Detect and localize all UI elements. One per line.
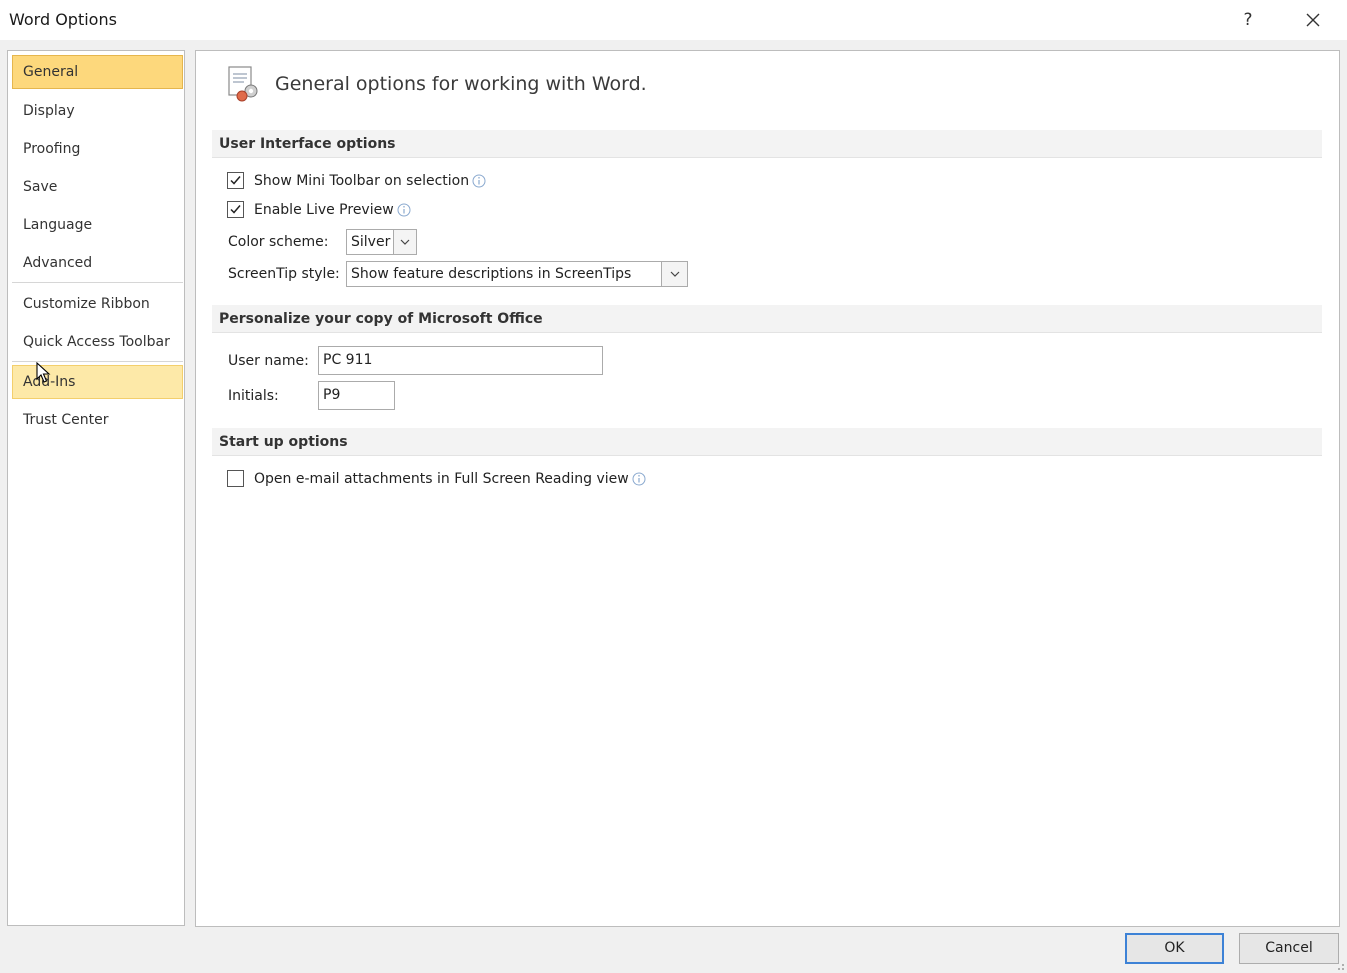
live-preview-label: Enable Live Preview bbox=[254, 201, 394, 218]
close-button[interactable] bbox=[1298, 5, 1328, 35]
nav-item-general[interactable]: General bbox=[12, 55, 183, 89]
mini-toolbar-checkbox[interactable] bbox=[227, 172, 244, 189]
mini-toolbar-option[interactable]: Show Mini Toolbar on selection bbox=[227, 172, 486, 189]
color-scheme-select[interactable]: Silver bbox=[346, 229, 417, 255]
page-title: General options for working with Word. bbox=[275, 73, 647, 95]
screentip-style-label: ScreenTip style: bbox=[228, 266, 340, 282]
nav-item-quick-access-toolbar[interactable]: Quick Access Toolbar bbox=[12, 325, 183, 359]
ok-button[interactable]: OK bbox=[1125, 933, 1224, 964]
section-header-startup: Start up options bbox=[212, 428, 1322, 456]
section-header-personalize: Personalize your copy of Microsoft Offic… bbox=[212, 305, 1322, 333]
screentip-style-value: Show feature descriptions in ScreenTips bbox=[351, 266, 632, 282]
section-header-ui: User Interface options bbox=[212, 130, 1322, 158]
close-icon bbox=[1306, 13, 1320, 27]
nav-item-display[interactable]: Display bbox=[12, 94, 183, 128]
screentip-style-select[interactable]: Show feature descriptions in ScreenTips bbox=[346, 261, 688, 287]
initials-input[interactable]: P9 bbox=[318, 381, 395, 410]
chevron-down-icon bbox=[393, 230, 416, 254]
initials-label: Initials: bbox=[228, 388, 279, 404]
open-email-option[interactable]: Open e-mail attachments in Full Screen R… bbox=[227, 470, 646, 487]
general-options-icon bbox=[228, 66, 258, 102]
mini-toolbar-label: Show Mini Toolbar on selection bbox=[254, 172, 470, 189]
open-email-label: Open e-mail attachments in Full Screen R… bbox=[254, 470, 629, 487]
checkmark-icon bbox=[230, 205, 241, 214]
category-nav: General Display Proofing Save Language A… bbox=[7, 50, 185, 926]
nav-item-trust-center[interactable]: Trust Center bbox=[12, 403, 183, 437]
info-icon[interactable] bbox=[632, 472, 646, 486]
user-name-input[interactable]: PC 911 bbox=[318, 346, 603, 375]
nav-item-customize-ribbon[interactable]: Customize Ribbon bbox=[12, 287, 183, 321]
info-icon[interactable] bbox=[472, 174, 486, 188]
color-scheme-label: Color scheme: bbox=[228, 234, 329, 250]
color-scheme-value: Silver bbox=[351, 234, 391, 250]
mouse-cursor-icon bbox=[36, 362, 51, 383]
user-name-label: User name: bbox=[228, 353, 309, 369]
nav-item-advanced[interactable]: Advanced bbox=[12, 246, 183, 280]
nav-item-save[interactable]: Save bbox=[12, 170, 183, 204]
info-icon[interactable] bbox=[397, 203, 411, 217]
help-button[interactable]: ? bbox=[1233, 5, 1263, 35]
resize-grip-icon[interactable] bbox=[1333, 959, 1345, 971]
checkmark-icon bbox=[230, 176, 241, 185]
chevron-down-icon bbox=[661, 262, 687, 286]
cancel-button[interactable]: Cancel bbox=[1239, 933, 1339, 964]
nav-divider bbox=[12, 282, 183, 283]
open-email-checkbox[interactable] bbox=[227, 470, 244, 487]
live-preview-option[interactable]: Enable Live Preview bbox=[227, 201, 411, 218]
nav-item-proofing[interactable]: Proofing bbox=[12, 132, 183, 166]
live-preview-checkbox[interactable] bbox=[227, 201, 244, 218]
nav-item-language[interactable]: Language bbox=[12, 208, 183, 242]
window-title: Word Options bbox=[9, 10, 117, 29]
options-panel: General options for working with Word. U… bbox=[195, 50, 1340, 927]
title-bar: Word Options ? bbox=[0, 0, 1347, 40]
